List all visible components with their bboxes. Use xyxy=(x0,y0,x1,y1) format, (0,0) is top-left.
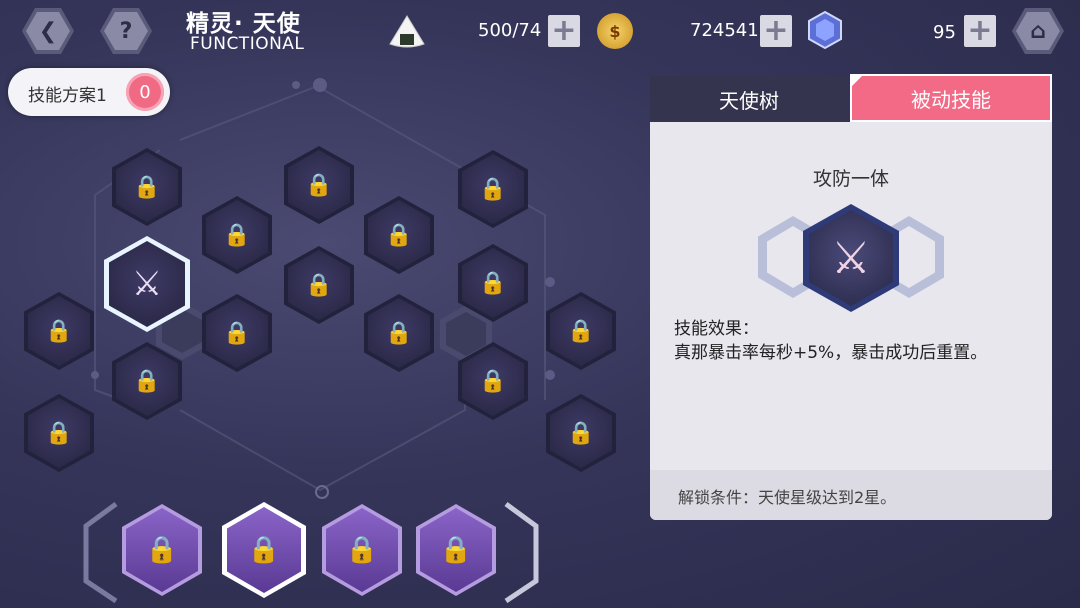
lock-icon: 🔒 xyxy=(223,320,251,346)
crystal-icon xyxy=(808,10,842,50)
lock-icon: 🔒 xyxy=(247,535,281,565)
lock-icon: 🔒 xyxy=(133,368,161,394)
page-subtitle: FUNCTIONAL xyxy=(190,34,305,54)
effect-description: 真那暴击率每秒+5%，暴击成功后重置。 xyxy=(674,343,988,363)
lock-icon: 🔒 xyxy=(385,222,413,248)
lock-icon: 🔒 xyxy=(567,420,595,446)
skill-detail-panel: 攻防一体 ⚔ 技能效果： 真那暴击率每秒+5%，暴击成功后重置。 解锁条件：天使… xyxy=(650,122,1052,520)
lock-icon: 🔒 xyxy=(385,320,413,346)
lock-icon: 🔒 xyxy=(479,176,507,202)
stamina-value: 500/74 xyxy=(478,20,542,41)
add-gems-button[interactable]: + xyxy=(964,15,996,47)
unlock-condition-bar: 解锁条件：天使星级达到2星。 xyxy=(650,470,1052,520)
effect-title: 技能效果： xyxy=(674,319,759,339)
lock-icon: 🔒 xyxy=(305,272,333,298)
lock-icon: 🔒 xyxy=(133,174,161,200)
question-icon: ? xyxy=(104,12,148,50)
coin-icon: $ xyxy=(597,13,633,49)
lock-icon: 🔒 xyxy=(345,535,379,565)
tab-angel-tree[interactable]: 天使树 xyxy=(650,76,848,122)
lock-icon: 🔒 xyxy=(223,222,251,248)
gems-value: 95 xyxy=(933,22,956,43)
lock-icon: 🔒 xyxy=(479,270,507,296)
lock-icon: 🔒 xyxy=(439,535,473,565)
back-arrow-icon: ❮ xyxy=(26,12,70,50)
lock-icon: 🔒 xyxy=(305,172,333,198)
add-stamina-button[interactable]: + xyxy=(548,15,580,47)
lock-icon: 🔒 xyxy=(479,368,507,394)
page-title: 精灵· 天使 xyxy=(186,11,301,37)
crossed-swords-icon: ⚔ xyxy=(831,232,871,284)
scheme-count-badge: 0 xyxy=(126,73,164,111)
unlock-condition-text: 解锁条件：天使星级达到2星。 xyxy=(678,488,897,507)
crossed-swords-icon: ⚔ xyxy=(131,264,163,304)
lock-icon: 🔒 xyxy=(567,318,595,344)
rice-ball-icon xyxy=(389,15,425,48)
home-icon: ⌂ xyxy=(1016,12,1060,50)
scheme-label: 技能方案1 xyxy=(28,86,107,106)
home-button[interactable]: ⌂ xyxy=(1012,8,1064,54)
coins-value: 724541 xyxy=(690,20,759,41)
lock-icon: 🔒 xyxy=(45,318,73,344)
skill-scheme-selector[interactable]: 技能方案1 0 xyxy=(8,68,170,116)
add-coins-button[interactable]: + xyxy=(760,15,792,47)
skill-icon-frame: ⚔ xyxy=(803,204,899,312)
skill-name: 攻防一体 xyxy=(812,168,889,190)
tab-passive-skills[interactable]: 被动技能 xyxy=(850,74,1052,122)
lock-icon: 🔒 xyxy=(145,535,179,565)
lock-icon: 🔒 xyxy=(45,420,73,446)
